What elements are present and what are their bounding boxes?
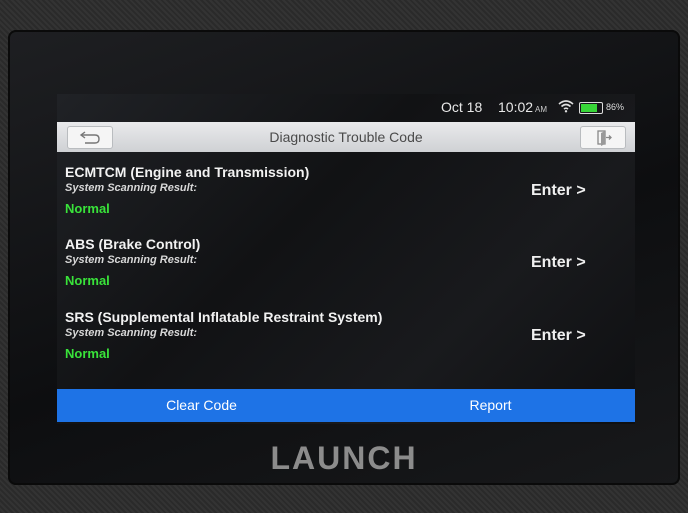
scan-result-status: Normal <box>65 201 110 216</box>
status-time: 10:02 AM <box>498 99 547 115</box>
status-bar: Oct 18 10:02 AM 86% <box>57 94 635 120</box>
scan-result-label: System Scanning Result: <box>65 182 198 194</box>
status-time-value: 10:02 <box>498 99 534 115</box>
page-title: Diagnostic Trouble Code <box>269 129 423 145</box>
wifi-icon <box>558 100 574 113</box>
enter-button[interactable]: Enter > <box>531 254 586 272</box>
scan-result-status: Normal <box>65 273 110 288</box>
system-row-ecmtcm[interactable]: ECMTCM (Engine and Transmission) System … <box>65 164 625 234</box>
exit-door-icon <box>597 130 612 146</box>
brand-logo: LAUNCH <box>270 440 418 476</box>
system-name: SRS (Supplemental Inflatable Restraint S… <box>65 309 383 325</box>
enter-button[interactable]: Enter > <box>531 182 586 200</box>
device-screen: Oct 18 10:02 AM 86% Diagnostic Trouble Co… <box>57 94 635 424</box>
battery-percent: 86% <box>606 102 625 112</box>
scan-result-label: System Scanning Result: <box>65 327 198 339</box>
system-name: ABS (Brake Control) <box>65 236 201 252</box>
system-row-srs[interactable]: SRS (Supplemental Inflatable Restraint S… <box>65 309 625 379</box>
status-date: Oct 18 <box>441 99 483 115</box>
exit-button[interactable] <box>580 126 626 149</box>
scan-result-label: System Scanning Result: <box>65 254 198 266</box>
battery-icon <box>579 102 603 114</box>
system-name: ECMTCM (Engine and Transmission) <box>65 164 310 180</box>
battery-fill <box>581 104 597 112</box>
title-bar: Diagnostic Trouble Code <box>57 122 635 152</box>
system-row-abs[interactable]: ABS (Brake Control) System Scanning Resu… <box>65 236 625 306</box>
clear-code-button[interactable]: Clear Code <box>57 389 346 422</box>
report-button[interactable]: Report <box>346 389 635 422</box>
enter-button[interactable]: Enter > <box>531 327 586 345</box>
status-ampm: AM <box>535 105 548 114</box>
scan-result-status: Normal <box>65 346 110 361</box>
bottom-action-bar: Clear Code Report <box>57 389 635 422</box>
